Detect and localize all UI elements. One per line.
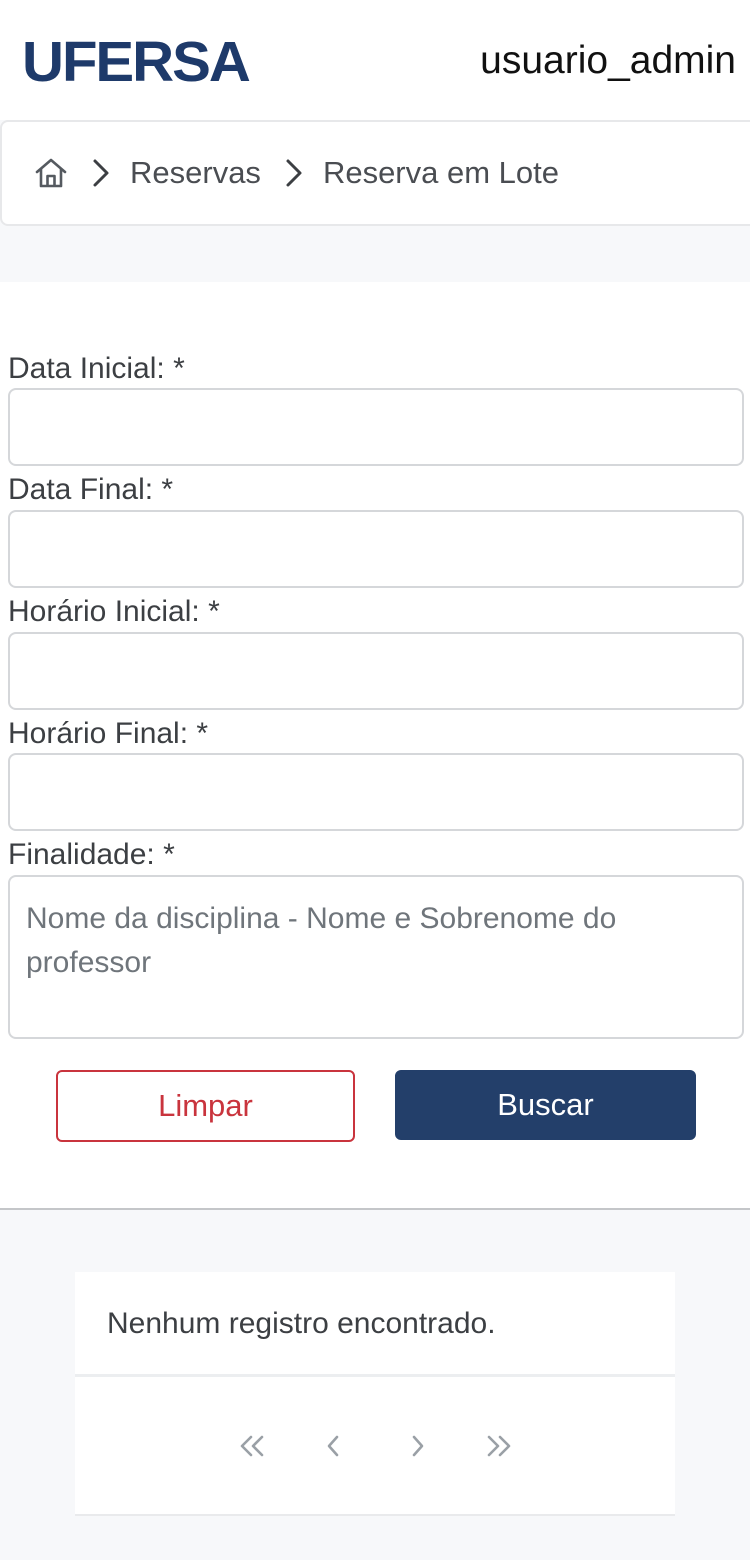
breadcrumb-item-reservas[interactable]: Reservas: [130, 156, 261, 190]
results-panel: Nenhum registro encontrado.: [75, 1272, 675, 1516]
search-button[interactable]: Buscar: [395, 1070, 696, 1140]
end-time-input[interactable]: [8, 753, 744, 831]
first-page-icon[interactable]: [232, 1428, 272, 1464]
ufersa-logo[interactable]: UFERSA: [22, 34, 251, 91]
end-date-label: Data Final: *: [8, 473, 174, 506]
app-header: UFERSA usuario_admin: [0, 0, 750, 120]
home-icon[interactable]: [34, 156, 68, 190]
previous-page-icon[interactable]: [313, 1428, 353, 1464]
username-label[interactable]: usuario_admin: [480, 38, 736, 84]
breadcrumb: Reservas Reserva em Lote: [0, 120, 750, 226]
divider: [75, 1374, 675, 1377]
start-time-input[interactable]: [8, 632, 744, 710]
purpose-label: Finalidade: *: [8, 838, 175, 871]
start-time-label: Horário Inicial: *: [8, 595, 220, 628]
batch-reservation-form: Data Inicial: * Data Final: * Horário In…: [0, 282, 750, 1210]
breadcrumb-item-current: Reserva em Lote: [322, 155, 559, 190]
last-page-icon[interactable]: [479, 1428, 519, 1464]
empty-results-message: Nenhum registro encontrado.: [107, 1307, 496, 1340]
purpose-textarea[interactable]: [8, 875, 744, 1039]
start-date-label: Data Inicial: *: [8, 352, 185, 385]
clear-button[interactable]: Limpar: [56, 1070, 355, 1142]
start-date-input[interactable]: [8, 388, 744, 466]
end-time-label: Horário Final: *: [8, 717, 209, 750]
end-date-input[interactable]: [8, 510, 744, 588]
next-page-icon[interactable]: [398, 1428, 438, 1464]
chevron-right-icon: [90, 156, 112, 190]
chevron-right-icon: [283, 156, 305, 190]
